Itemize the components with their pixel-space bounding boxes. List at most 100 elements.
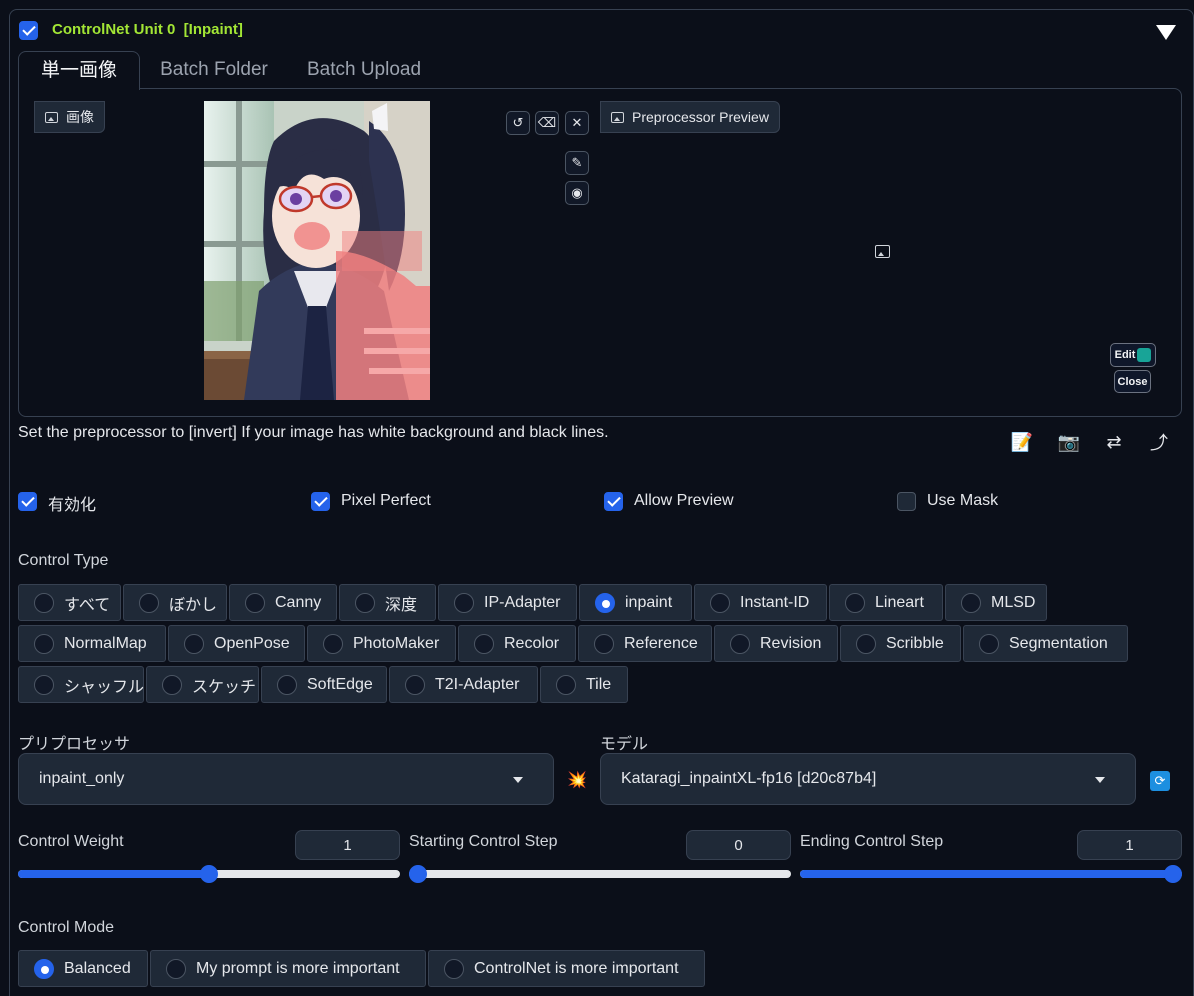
- radio-dot: [34, 674, 54, 695]
- palette-icon[interactable]: ◉: [565, 181, 589, 205]
- preview-label-text: Preprocessor Preview: [632, 109, 769, 125]
- notes-icon[interactable]: 📝: [1010, 430, 1034, 454]
- run-preprocessor-icon[interactable]: 💥: [567, 770, 587, 790]
- option-label: ControlNet is more important: [474, 959, 679, 977]
- starting-step-thumb[interactable]: [409, 865, 427, 883]
- preprocessor-label: プリプロセッサ: [18, 736, 131, 753]
- control-type-option[interactable]: NormalMap: [18, 625, 166, 662]
- control-weight-input[interactable]: 1: [295, 830, 400, 860]
- radio-dot: [710, 592, 730, 613]
- option-label: シャッフル: [64, 678, 145, 696]
- unit-name: ControlNet Unit 0: [52, 21, 176, 38]
- model-dropdown[interactable]: Kataragi_inpaintXL-fp16 [d20c87b4]: [600, 753, 1136, 805]
- enable-label: 有効化: [48, 497, 97, 514]
- control-type-option[interactable]: 深度: [339, 584, 436, 621]
- enable-checkbox[interactable]: [18, 492, 37, 511]
- eraser-icon[interactable]: ⌫: [535, 111, 559, 135]
- radio-dot: [556, 674, 576, 695]
- photopea-icon: [1137, 348, 1152, 362]
- unit-tag: [Inpaint]: [183, 21, 243, 38]
- radio-dot: [474, 633, 494, 654]
- close-button[interactable]: Close: [1114, 370, 1151, 393]
- control-mode-option-selected[interactable]: Balanced: [18, 950, 148, 987]
- collapse-triangle-icon[interactable]: [1156, 25, 1176, 40]
- send-icon[interactable]: ⤴: [1147, 430, 1171, 454]
- tab-content: [18, 88, 1182, 417]
- radio-dot: [323, 633, 343, 654]
- unit-title[interactable]: ControlNet Unit 0 [Inpaint]: [52, 21, 243, 38]
- starting-step-track[interactable]: [409, 870, 791, 878]
- option-label: NormalMap: [64, 634, 147, 652]
- option-label: すべて: [64, 596, 111, 614]
- control-type-option-selected[interactable]: inpaint: [579, 584, 692, 621]
- control-type-option[interactable]: OpenPose: [168, 625, 305, 662]
- control-type-label: Control Type: [18, 552, 109, 569]
- option-label: 深度: [385, 596, 418, 614]
- brush-icon[interactable]: ✎: [565, 151, 589, 175]
- control-type-option[interactable]: SoftEdge: [261, 666, 387, 703]
- edit-button[interactable]: Edit: [1110, 343, 1156, 367]
- option-label: Scribble: [886, 634, 944, 652]
- radio-dot: [405, 674, 425, 695]
- undo-icon[interactable]: ↺: [506, 111, 530, 135]
- tab-batch-folder[interactable]: Batch Folder: [148, 51, 280, 89]
- radio-dot: [730, 633, 750, 654]
- control-type-option[interactable]: ぼかし: [123, 584, 227, 621]
- model-value: Kataragi_inpaintXL-fp16 [d20c87b4]: [621, 770, 877, 787]
- control-type-option[interactable]: Canny: [229, 584, 337, 621]
- slider-fill: [18, 870, 209, 878]
- control-type-option[interactable]: MLSD: [945, 584, 1047, 621]
- tab-batch-upload[interactable]: Batch Upload: [294, 51, 434, 89]
- option-label: ぼかし: [169, 596, 218, 614]
- control-type-option[interactable]: Segmentation: [963, 625, 1128, 662]
- swap-icon[interactable]: ⇄: [1102, 430, 1126, 454]
- allow-preview-label: Allow Preview: [634, 492, 734, 509]
- image-block-label: 画像: [34, 101, 105, 133]
- radio-dot: [245, 592, 265, 613]
- clear-icon[interactable]: ✕: [565, 111, 589, 135]
- tab-single-image[interactable]: 単一画像: [18, 51, 140, 90]
- option-label: スケッチ: [192, 678, 257, 696]
- refresh-models-icon[interactable]: ⟳: [1150, 771, 1170, 791]
- allow-preview-checkbox[interactable]: [604, 492, 623, 511]
- pixel-perfect-label: Pixel Perfect: [341, 492, 431, 509]
- preprocessor-dropdown[interactable]: inpaint_only: [18, 753, 554, 805]
- preview-image-icon: [611, 111, 624, 123]
- control-type-option[interactable]: PhotoMaker: [307, 625, 456, 662]
- control-type-option[interactable]: Scribble: [840, 625, 961, 662]
- control-mode-option[interactable]: ControlNet is more important: [428, 950, 705, 987]
- radio-dot: [166, 958, 186, 979]
- preview-block-label: Preprocessor Preview: [600, 101, 780, 133]
- control-type-option[interactable]: Instant-ID: [694, 584, 827, 621]
- radio-dot-selected: [595, 592, 615, 613]
- radio-dot: [856, 633, 876, 654]
- control-type-option[interactable]: すべて: [18, 584, 121, 621]
- control-type-option[interactable]: Reference: [578, 625, 712, 662]
- control-weight-thumb[interactable]: [200, 865, 218, 883]
- edit-label: Edit: [1114, 349, 1136, 361]
- control-type-option[interactable]: Revision: [714, 625, 838, 662]
- pixel-perfect-checkbox[interactable]: [311, 492, 330, 511]
- control-type-option[interactable]: T2I-Adapter: [389, 666, 538, 703]
- chevron-down-icon: [513, 777, 523, 783]
- use-mask-label: Use Mask: [927, 492, 999, 509]
- control-type-option[interactable]: IP-Adapter: [438, 584, 577, 621]
- control-type-option[interactable]: Lineart: [829, 584, 943, 621]
- control-type-option[interactable]: Recolor: [458, 625, 576, 662]
- control-weight-label: Control Weight: [18, 833, 124, 850]
- control-type-option[interactable]: スケッチ: [146, 666, 259, 703]
- starting-step-input[interactable]: 0: [686, 830, 791, 860]
- starting-step-label: Starting Control Step: [409, 833, 558, 850]
- input-image-canvas[interactable]: [204, 101, 430, 400]
- camera-icon[interactable]: 📷: [1057, 430, 1081, 454]
- control-type-option[interactable]: Tile: [540, 666, 628, 703]
- ending-step-thumb[interactable]: [1164, 865, 1182, 883]
- use-mask-checkbox[interactable]: [897, 492, 916, 511]
- control-mode-option[interactable]: My prompt is more important: [150, 950, 426, 987]
- ending-step-track[interactable]: [800, 870, 1182, 878]
- control-type-option[interactable]: シャッフル: [18, 666, 144, 703]
- control-mode-label: Control Mode: [18, 919, 115, 936]
- radio-dot-selected: [34, 958, 54, 979]
- ending-step-input[interactable]: 1: [1077, 830, 1182, 860]
- unit-enable-checkbox[interactable]: [19, 21, 38, 40]
